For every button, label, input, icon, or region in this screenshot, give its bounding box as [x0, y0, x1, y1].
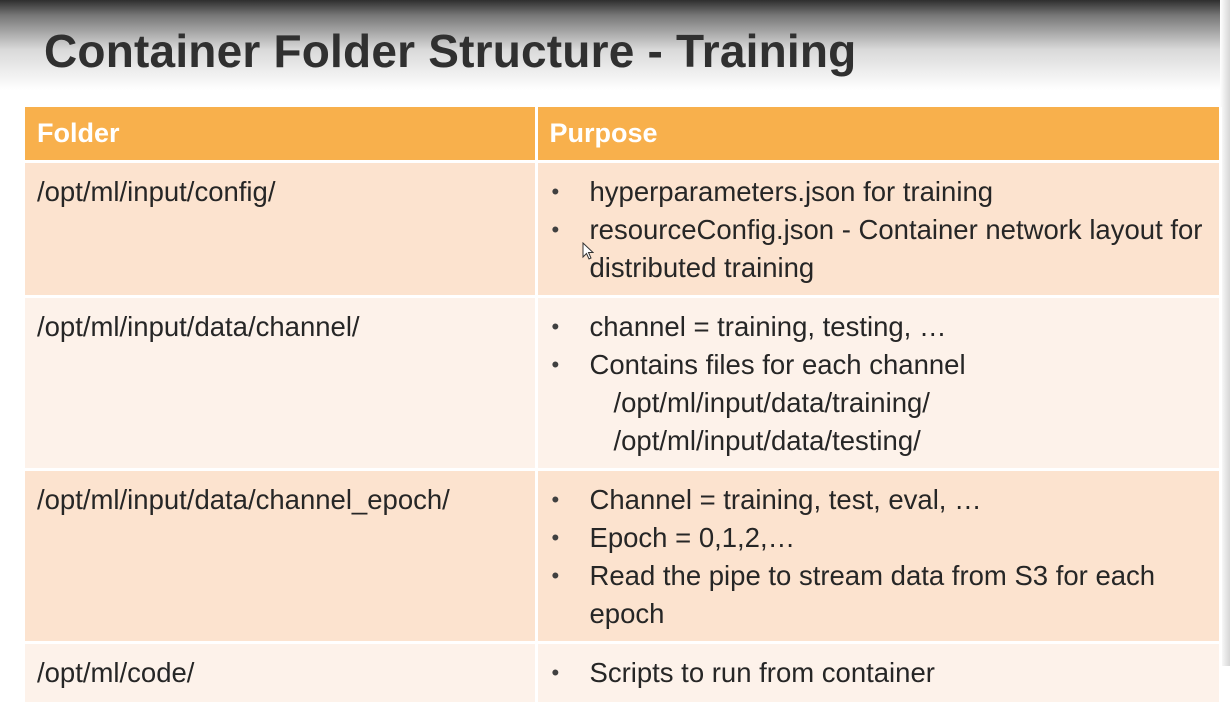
- bullet-icon: •: [551, 217, 560, 242]
- purpose-item: • Contains files for each channel /opt/ml…: [550, 346, 1209, 460]
- table-row: /opt/ml/code/ • Scripts to run from conta…: [25, 642, 1222, 705]
- purpose-cell: • Channel = training, test, eval, … • Epoc…: [536, 469, 1222, 644]
- purpose-text: Read the pipe to stream data from S3 for…: [589, 560, 1156, 629]
- bullet-icon: •: [551, 314, 560, 339]
- table-row: /opt/ml/input/data/channel_epoch/ • Chann…: [25, 469, 1222, 644]
- purpose-text: hyperparameters.json for training: [589, 176, 994, 207]
- purpose-cell: • hyperparameters.json for training • reso…: [536, 161, 1222, 298]
- bullet-icon: •: [551, 179, 560, 204]
- folder-cell: /opt/ml/input/data/channel_epoch/: [25, 469, 538, 644]
- table-header-row: Folder Purpose: [25, 107, 1222, 163]
- table-row: /opt/ml/input/data/channel/ • channel = t…: [25, 296, 1222, 471]
- bullet-icon: •: [551, 660, 560, 685]
- channel-path: /opt/ml/input/data/training/: [613, 387, 930, 418]
- purpose-item: • Read the pipe to stream data from S3 fo…: [550, 557, 1209, 633]
- column-header-folder: Folder: [25, 107, 538, 163]
- bullet-icon: •: [551, 352, 560, 377]
- purpose-item: • resourceConfig.json - Container network…: [550, 211, 1209, 287]
- bullet-icon: •: [551, 525, 560, 550]
- purpose-text: resourceConfig.json - Container network …: [589, 214, 1203, 283]
- purpose-item: • Epoch = 0,1,2,…: [550, 519, 1209, 557]
- purpose-item: • Channel = training, test, eval, …: [550, 481, 1209, 519]
- purpose-cell: • Scripts to run from container: [536, 642, 1222, 705]
- purpose-text: Scripts to run from container: [589, 657, 935, 688]
- purpose-list: • Scripts to run from container: [550, 654, 1209, 692]
- purpose-list: • Channel = training, test, eval, … • Epoc…: [550, 481, 1209, 633]
- slide-title: Container Folder Structure - Training: [44, 25, 857, 77]
- purpose-text: Channel = training, test, eval, …: [589, 484, 982, 515]
- purpose-text: channel = training, testing, …: [589, 311, 947, 342]
- purpose-cell: • channel = training, testing, … • Contain…: [536, 296, 1222, 471]
- purpose-text: Contains files for each channel: [589, 349, 966, 380]
- mouse-cursor-icon: [582, 242, 594, 260]
- folder-cell: /opt/ml/code/: [25, 642, 538, 705]
- column-header-purpose: Purpose: [536, 107, 1222, 163]
- purpose-text: Epoch = 0,1,2,…: [589, 522, 796, 553]
- bullet-icon: •: [551, 487, 560, 512]
- purpose-item: • channel = training, testing, …: [550, 308, 1209, 346]
- window-edge: [1220, 0, 1230, 666]
- folder-cell: /opt/ml/input/data/channel/: [25, 296, 538, 471]
- purpose-list: • hyperparameters.json for training • reso…: [550, 173, 1209, 287]
- folder-structure-table: Folder Purpose /opt/ml/input/config/ • hy…: [25, 107, 1222, 705]
- purpose-item: • hyperparameters.json for training: [550, 173, 1209, 211]
- purpose-list: • channel = training, testing, … • Contain…: [550, 308, 1209, 460]
- purpose-item: • Scripts to run from container: [550, 654, 1209, 692]
- bullet-icon: •: [551, 563, 560, 588]
- table-row: /opt/ml/input/config/ • hyperparameters.j…: [25, 161, 1222, 298]
- channel-path: /opt/ml/input/data/testing/: [613, 425, 921, 456]
- folder-cell: /opt/ml/input/config/: [25, 161, 538, 298]
